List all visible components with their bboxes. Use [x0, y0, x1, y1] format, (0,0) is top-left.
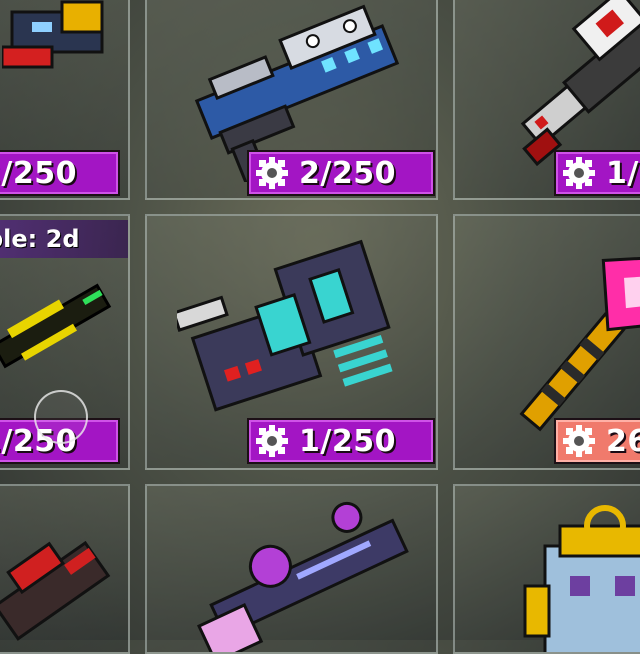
- price-tag: 2/250: [0, 150, 120, 196]
- price-tag: 2/250: [247, 150, 435, 196]
- item-price: 1/: [606, 155, 639, 191]
- sniper-rifle-icon: [0, 283, 112, 369]
- item-price: 2/250: [0, 155, 77, 191]
- golden-mech-icon: [523, 505, 640, 652]
- robot-cannon-icon: [177, 239, 393, 412]
- price-tag: 1/250: [247, 418, 435, 464]
- store-item-r0c0[interactable]: 2/250: [0, 0, 130, 200]
- store-item-r1c2[interactable]: 26: [453, 214, 640, 470]
- gear-icon: [256, 425, 288, 457]
- gear-icon: [563, 425, 595, 457]
- store-item-r2c2[interactable]: [453, 484, 640, 654]
- item-price: 1/250: [299, 423, 396, 459]
- availability-banner: ble: 2d: [0, 220, 128, 258]
- store-item-r2c0[interactable]: [0, 484, 130, 654]
- store-item-r0c2[interactable]: 1/: [453, 0, 640, 200]
- store-item-r0c1[interactable]: 2/250: [145, 0, 438, 200]
- purple-launcher-icon: [197, 501, 409, 652]
- store-item-r2c1[interactable]: [145, 484, 438, 654]
- gear-icon: [563, 157, 595, 189]
- touch-indicator: [34, 390, 88, 444]
- gear-icon: [256, 157, 288, 189]
- availability-text: ble: 2d: [0, 225, 80, 253]
- blaster-gun-icon: [2, 0, 104, 69]
- price-tag: 1/: [554, 150, 640, 196]
- crystal-staff-icon: [519, 255, 640, 432]
- store-item-r1c1[interactable]: 1/250: [145, 214, 438, 470]
- price-tag: 26: [554, 418, 640, 464]
- red-heavy-gun-icon: [0, 540, 111, 641]
- item-price: 26: [606, 423, 640, 459]
- item-price: 2/250: [299, 155, 396, 191]
